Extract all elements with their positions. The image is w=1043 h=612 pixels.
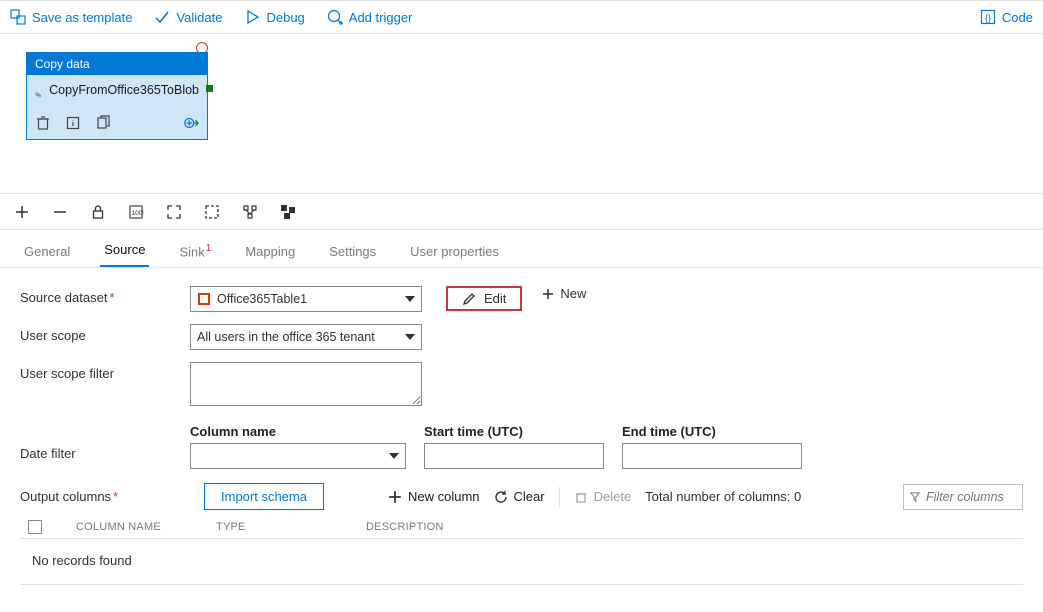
plus-icon [542, 288, 554, 300]
code-button[interactable]: {} Code [980, 9, 1033, 25]
no-records-message: No records found [20, 538, 1023, 585]
activity-type-label: Copy data [27, 53, 207, 75]
plus-icon [388, 490, 402, 504]
tab-general[interactable]: General [20, 244, 74, 267]
success-output-handle[interactable] [206, 85, 213, 92]
new-dataset-button[interactable]: New [542, 286, 586, 301]
trash-icon[interactable] [35, 115, 51, 131]
play-icon [244, 9, 260, 25]
sink-error-badge: 1 [206, 243, 212, 254]
add-trigger-label: Add trigger [349, 10, 413, 25]
select-all-checkbox[interactable] [28, 520, 42, 534]
zoom-in-icon[interactable] [14, 204, 30, 220]
top-toolbar: Save as template Validate Debug Add trig… [0, 0, 1043, 34]
validate-label: Validate [176, 10, 222, 25]
add-trigger-button[interactable]: Add trigger [327, 9, 413, 25]
validate-button[interactable]: Validate [154, 9, 222, 25]
save-template-icon [10, 9, 26, 25]
lock-icon[interactable] [90, 204, 106, 220]
trash-icon [574, 490, 588, 504]
filter-icon [910, 491, 920, 503]
source-dataset-value: Office365Table1 [217, 292, 405, 306]
code-label: Code [1002, 10, 1033, 25]
trigger-icon [327, 9, 343, 25]
zoom-reset-icon[interactable]: 100% [128, 204, 144, 220]
date-filter-label: Date filter [20, 424, 190, 461]
chevron-down-icon [405, 332, 415, 342]
save-as-template-button[interactable]: Save as template [10, 9, 132, 25]
column-name-header: Column name [190, 424, 406, 439]
output-columns-label: Output columns [20, 489, 111, 504]
output-columns-grid-header: COLUMN NAME TYPE DESCRIPTION [20, 510, 1023, 538]
user-scope-value: All users in the office 365 tenant [197, 330, 405, 344]
start-time-input[interactable] [424, 443, 604, 469]
tab-settings[interactable]: Settings [325, 244, 380, 267]
user-scope-select[interactable]: All users in the office 365 tenant [190, 324, 422, 350]
edit-label: Edit [484, 291, 506, 306]
output-columns-row: Output columns* Import schema New column… [20, 483, 1023, 510]
end-time-input[interactable] [622, 443, 802, 469]
copy-data-activity[interactable]: Copy data CopyFromOffice365ToBlob [26, 52, 208, 140]
source-dataset-label: Source dataset* [20, 286, 190, 305]
column-name-select[interactable] [190, 443, 406, 469]
save-as-template-label: Save as template [32, 10, 132, 25]
end-time-header: End time (UTC) [622, 424, 802, 439]
database-icon [35, 83, 41, 107]
code-icon: {} [980, 9, 996, 25]
info-icon[interactable] [65, 115, 81, 131]
chevron-down-icon [389, 451, 399, 461]
details-tabs: General Source Sink1 Mapping Settings Us… [0, 230, 1043, 268]
canvas-controls-bar: 100% [0, 194, 1043, 230]
filter-columns-field[interactable] [903, 484, 1023, 510]
svg-text:100%: 100% [132, 210, 145, 217]
grid-header-description: DESCRIPTION [366, 521, 486, 533]
new-column-button[interactable]: New column [388, 489, 480, 504]
grid-header-column-name: COLUMN NAME [76, 521, 186, 533]
refresh-icon [494, 490, 508, 504]
zoom-out-icon[interactable] [52, 204, 68, 220]
delete-button: Delete [574, 489, 632, 504]
import-schema-button[interactable]: Import schema [204, 483, 324, 510]
tab-source[interactable]: Source [100, 242, 149, 267]
debug-label: Debug [266, 10, 304, 25]
fullscreen-icon[interactable] [204, 204, 220, 220]
office365-icon [197, 292, 211, 306]
copy-icon[interactable] [95, 115, 111, 131]
layout-icon[interactable] [280, 204, 296, 220]
tab-mapping[interactable]: Mapping [241, 244, 299, 267]
chevron-down-icon [405, 294, 415, 304]
clear-button[interactable]: Clear [494, 489, 545, 504]
user-scope-filter-label: User scope filter [20, 362, 190, 381]
grid-header-type: TYPE [216, 521, 336, 533]
pencil-icon [462, 292, 476, 306]
auto-align-icon[interactable] [242, 204, 258, 220]
pipeline-canvas[interactable]: Copy data CopyFromOffice365ToBlob [0, 34, 1043, 194]
new-label: New [560, 286, 586, 301]
add-output-icon[interactable] [183, 115, 199, 131]
start-time-header: Start time (UTC) [424, 424, 604, 439]
edit-dataset-button[interactable]: Edit [446, 286, 522, 311]
activity-name: CopyFromOffice365ToBlob [49, 83, 199, 99]
check-icon [154, 9, 170, 25]
total-columns-label: Total number of columns: 0 [645, 489, 801, 504]
debug-button[interactable]: Debug [244, 9, 304, 25]
svg-text:{}: {} [985, 13, 991, 23]
source-form: Source dataset* Office365Table1 Edit New… [0, 268, 1043, 591]
zoom-fit-icon[interactable] [166, 204, 182, 220]
user-scope-filter-input[interactable] [190, 362, 422, 406]
tab-sink[interactable]: Sink1 [175, 243, 215, 267]
user-scope-label: User scope [20, 324, 190, 343]
tab-user-properties[interactable]: User properties [406, 244, 503, 267]
source-dataset-select[interactable]: Office365Table1 [190, 286, 422, 312]
filter-columns-input[interactable] [926, 490, 1016, 504]
